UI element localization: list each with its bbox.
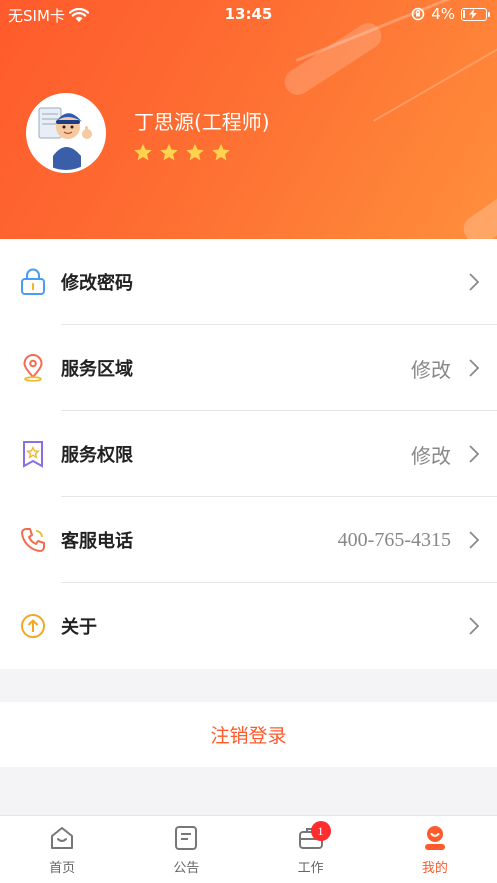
menu-item-service-permission[interactable]: 服务权限 修改	[0, 411, 497, 497]
header-decoration	[458, 179, 497, 239]
notification-badge: 1	[310, 821, 331, 841]
orientation-lock-icon	[411, 7, 425, 21]
profile-header: 无SIM卡 13:45 4% 丁思源(工程师)	[0, 0, 497, 239]
menu-item-label: 服务权限	[61, 445, 133, 466]
phone-icon	[21, 528, 45, 552]
menu-item-customer-service-phone[interactable]: 客服电话 400-765-4315	[0, 497, 497, 583]
star-icon	[212, 143, 230, 161]
permission-badge-icon	[23, 441, 43, 468]
tab-label: 公告	[173, 861, 200, 876]
chevron-right-icon	[469, 531, 480, 549]
menu-item-label: 关于	[61, 617, 97, 638]
avatar[interactable]	[26, 93, 106, 173]
bottom-tab-bar: 首页 公告 1 工作 我的	[0, 815, 497, 883]
battery-icon	[461, 7, 490, 21]
tab-work[interactable]: 1 工作	[249, 816, 373, 883]
info-up-icon	[21, 614, 45, 638]
menu-item-value: 400-765-4315	[337, 528, 451, 551]
home-icon	[51, 827, 74, 849]
menu-item-about[interactable]: 关于	[0, 583, 497, 669]
tab-label: 首页	[49, 861, 76, 876]
tab-mine[interactable]: 我的	[373, 816, 497, 883]
settings-menu: 修改密码 服务区域 修改 服务权限 修改 客服电话 400-765-4315 关…	[0, 239, 497, 669]
chevron-right-icon	[469, 445, 480, 463]
menu-item-label: 服务区域	[61, 359, 133, 380]
battery-percent: 4%	[431, 5, 455, 23]
location-pin-icon	[23, 354, 43, 382]
tab-home[interactable]: 首页	[0, 816, 124, 883]
menu-item-value: 修改	[411, 357, 451, 382]
menu-item-service-area[interactable]: 服务区域 修改	[0, 325, 497, 411]
tab-label: 工作	[297, 861, 324, 876]
star-icon	[134, 143, 152, 161]
star-icon	[186, 143, 204, 161]
star-icon	[160, 143, 178, 161]
header-decoration	[372, 20, 497, 122]
chevron-right-icon	[469, 359, 480, 377]
notice-icon	[175, 826, 198, 850]
lock-icon	[21, 268, 45, 295]
user-name: 丁思源(工程师)	[134, 110, 270, 134]
logout-label: 注销登录	[210, 725, 287, 747]
tab-label: 我的	[421, 861, 448, 876]
rating-stars	[133, 143, 231, 162]
user-icon	[424, 826, 445, 850]
chevron-right-icon	[469, 273, 480, 291]
chevron-right-icon	[469, 617, 480, 635]
menu-item-label: 客服电话	[61, 531, 133, 552]
logout-button[interactable]: 注销登录	[0, 702, 497, 767]
menu-item-label: 修改密码	[61, 273, 133, 294]
menu-item-value: 修改	[411, 443, 451, 468]
menu-item-change-password[interactable]: 修改密码	[0, 239, 497, 325]
status-bar: 无SIM卡 13:45 4%	[0, 0, 497, 30]
tab-notice[interactable]: 公告	[124, 816, 248, 883]
